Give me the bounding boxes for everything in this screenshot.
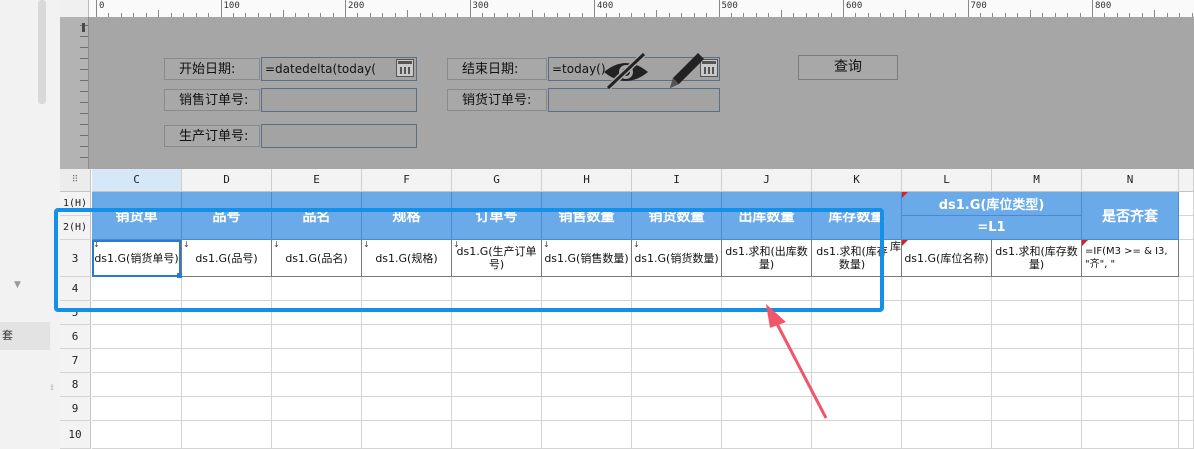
annotation-arrow-layer (766, 304, 828, 419)
arrow-icon (766, 304, 828, 419)
